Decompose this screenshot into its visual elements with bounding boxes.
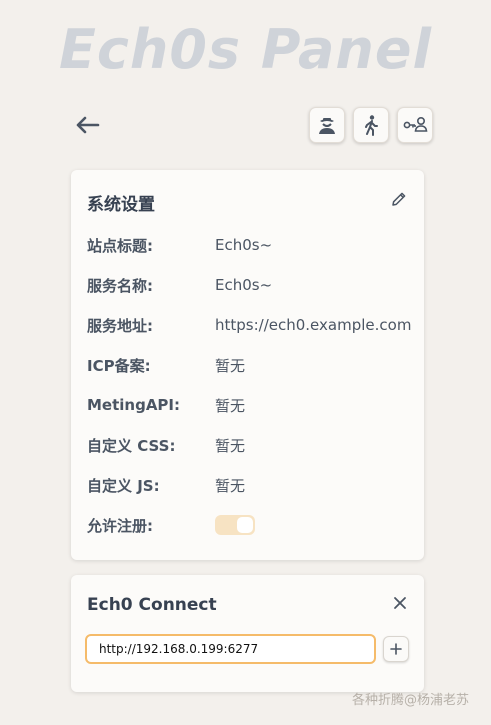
user-key-button[interactable] xyxy=(397,107,433,143)
allow-register-toggle[interactable] xyxy=(215,515,255,535)
arrow-left-icon xyxy=(76,116,100,134)
connect-card: Ech0 Connect xyxy=(71,575,424,692)
settings-row-allow-register: 允许注册: xyxy=(87,514,255,536)
row-label: MetingAPI: xyxy=(87,396,181,414)
settings-row-service-name: 服务名称: Ech0s~ xyxy=(87,274,272,296)
connect-title: Ech0 Connect xyxy=(87,595,217,615)
row-value: Ech0s~ xyxy=(215,276,273,294)
row-value: 暂无 xyxy=(215,356,246,375)
system-settings-card: 系统设置 站点标题: Ech0s~ 服务名称: Ech0s~ 服务地址: htt… xyxy=(71,170,424,560)
plus-icon xyxy=(390,643,402,655)
close-button[interactable] xyxy=(392,595,408,615)
row-label: ICP备案: xyxy=(87,356,151,375)
settings-row-site-title: 站点标题: Ech0s~ xyxy=(87,234,272,256)
settings-row-custom-css: 自定义 CSS: 暂无 xyxy=(87,434,245,456)
add-connect-button[interactable] xyxy=(383,636,409,662)
user-key-icon xyxy=(403,116,428,132)
edit-button[interactable] xyxy=(390,190,408,212)
settings-row-service-url: 服务地址: https://ech0.example.com xyxy=(87,314,411,336)
page-title: Ech0s Panel xyxy=(59,18,432,81)
toggle-knob xyxy=(237,517,253,533)
close-icon xyxy=(394,597,406,609)
row-value: https://ech0.example.com xyxy=(215,316,412,334)
row-label: 自定义 CSS: xyxy=(87,436,176,455)
walking-person-icon xyxy=(365,115,378,136)
settings-row-custom-js: 自定义 JS: 暂无 xyxy=(87,474,245,496)
row-label: 服务名称: xyxy=(87,276,153,295)
row-value: 暂无 xyxy=(215,476,246,495)
settings-row-meting-api: MetingAPI: 暂无 xyxy=(87,394,245,416)
watermark: 各种折腾@杨浦老苏 xyxy=(351,693,469,708)
pencil-icon xyxy=(392,192,406,206)
row-value: 暂无 xyxy=(215,436,246,455)
connect-url-input[interactable] xyxy=(85,634,376,664)
user-hat-icon xyxy=(319,118,335,134)
row-label: 服务地址: xyxy=(87,316,153,335)
row-label: 自定义 JS: xyxy=(87,476,160,495)
settings-row-icp: ICP备案: 暂无 xyxy=(87,354,245,376)
settings-title: 系统设置 xyxy=(87,195,155,215)
back-button[interactable] xyxy=(74,112,102,138)
row-label: 站点标题: xyxy=(87,236,153,255)
admin-button[interactable] xyxy=(309,107,345,143)
row-value: 暂无 xyxy=(215,396,246,415)
logout-button[interactable] xyxy=(353,107,389,143)
row-value: Ech0s~ xyxy=(215,236,273,254)
row-label: 允许注册: xyxy=(87,516,153,535)
